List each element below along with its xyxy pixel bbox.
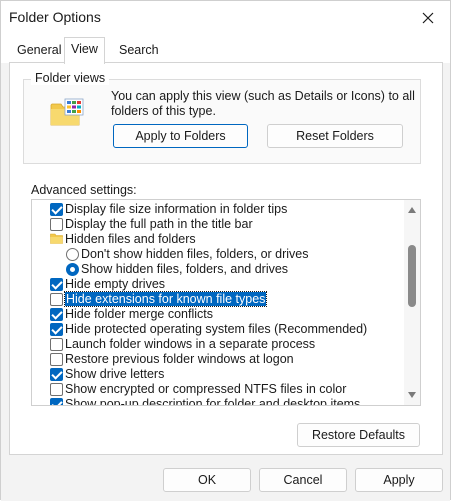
list-item-label: Hide extensions for known file types <box>63 291 268 307</box>
checkbox[interactable] <box>50 308 63 321</box>
window-title: Folder Options <box>9 9 101 25</box>
scroll-down-button[interactable] <box>404 387 420 403</box>
tab-strip: General View Search <box>1 37 450 64</box>
chevron-down-icon <box>408 392 416 398</box>
list-item-label: Launch folder windows in a separate proc… <box>65 337 316 351</box>
list-item[interactable]: Launch folder windows in a separate proc… <box>32 337 404 352</box>
list-item-label: Hide folder merge conflicts <box>65 307 213 321</box>
folder-grid-icon <box>50 98 84 126</box>
list-item[interactable]: Show drive letters <box>32 367 404 382</box>
list-item-label: Hide empty drives <box>65 277 166 291</box>
advanced-settings-label: Advanced settings: <box>31 183 137 197</box>
advanced-settings-list[interactable]: Display file size information in folder … <box>31 199 421 406</box>
checkbox[interactable] <box>50 338 63 351</box>
chevron-up-icon <box>408 207 416 213</box>
checkbox[interactable] <box>50 383 63 396</box>
cancel-button[interactable]: Cancel <box>259 468 347 492</box>
list-group-header: Hidden files and folders <box>32 232 404 247</box>
list-item[interactable]: Hide folder merge conflicts <box>32 307 404 322</box>
tab-general[interactable]: General <box>13 42 65 58</box>
scroll-thumb[interactable] <box>408 245 416 307</box>
checkbox[interactable] <box>50 293 63 306</box>
reset-folders-button[interactable]: Reset Folders <box>267 124 403 148</box>
list-item-label: Show pop-up description for folder and d… <box>65 397 361 406</box>
folder-views-description: You can apply this view (such as Details… <box>111 89 415 118</box>
list-item-label: Hide protected operating system files (R… <box>65 322 368 336</box>
checkbox[interactable] <box>50 218 63 231</box>
folder-icon <box>50 233 63 244</box>
apply-button[interactable]: Apply <box>355 468 443 492</box>
list-item-label: Hidden files and folders <box>65 232 196 246</box>
list-item[interactable]: Hide empty drives <box>32 277 404 292</box>
list-item[interactable]: Display file size information in folder … <box>32 202 404 217</box>
list-item-selected[interactable]: Hide extensions for known file types <box>32 291 404 307</box>
radio-button[interactable] <box>66 248 79 261</box>
list-item-label: Don't show hidden files, folders, or dri… <box>81 247 309 261</box>
apply-to-folders-button[interactable]: Apply to Folders <box>113 124 248 148</box>
list-item-label: Display file size information in folder … <box>65 202 288 216</box>
checkbox[interactable] <box>50 278 63 291</box>
folder-options-dialog: Folder Options General View Search Folde… <box>0 0 451 501</box>
tab-view[interactable]: View <box>64 37 105 64</box>
list-item-label: Show encrypted or compressed NTFS files … <box>65 382 347 396</box>
scroll-up-button[interactable] <box>404 202 420 218</box>
list-item-label: Show drive letters <box>65 367 165 381</box>
ok-button[interactable]: OK <box>163 468 251 492</box>
list-item-label: Display the full path in the title bar <box>65 217 253 231</box>
checkbox[interactable] <box>50 353 63 366</box>
list-item[interactable]: Show pop-up description for folder and d… <box>32 397 404 406</box>
list-item[interactable]: Don't show hidden files, folders, or dri… <box>32 247 404 262</box>
radio-button[interactable] <box>66 263 79 276</box>
close-button[interactable] <box>408 1 448 35</box>
list-item[interactable]: Hide protected operating system files (R… <box>32 322 404 337</box>
folder-views-title: Folder views <box>31 71 110 85</box>
list-item-label: Show hidden files, folders, and drives <box>81 262 289 276</box>
vertical-scrollbar[interactable] <box>404 200 420 405</box>
list-item[interactable]: Show encrypted or compressed NTFS files … <box>32 382 404 397</box>
restore-defaults-button[interactable]: Restore Defaults <box>297 423 420 447</box>
tab-search[interactable]: Search <box>115 42 163 58</box>
list-item-label: Restore previous folder windows at logon <box>65 352 294 366</box>
list-item[interactable]: Display the full path in the title bar <box>32 217 404 232</box>
checkbox[interactable] <box>50 398 63 405</box>
list-item[interactable]: Show hidden files, folders, and drives <box>32 262 404 277</box>
close-icon <box>422 12 434 24</box>
advanced-settings-items: Display file size information in folder … <box>32 202 404 406</box>
list-item[interactable]: Restore previous folder windows at logon <box>32 352 404 367</box>
checkbox[interactable] <box>50 368 63 381</box>
title-bar: Folder Options <box>1 1 450 37</box>
checkbox[interactable] <box>50 323 63 336</box>
checkbox[interactable] <box>50 203 63 216</box>
